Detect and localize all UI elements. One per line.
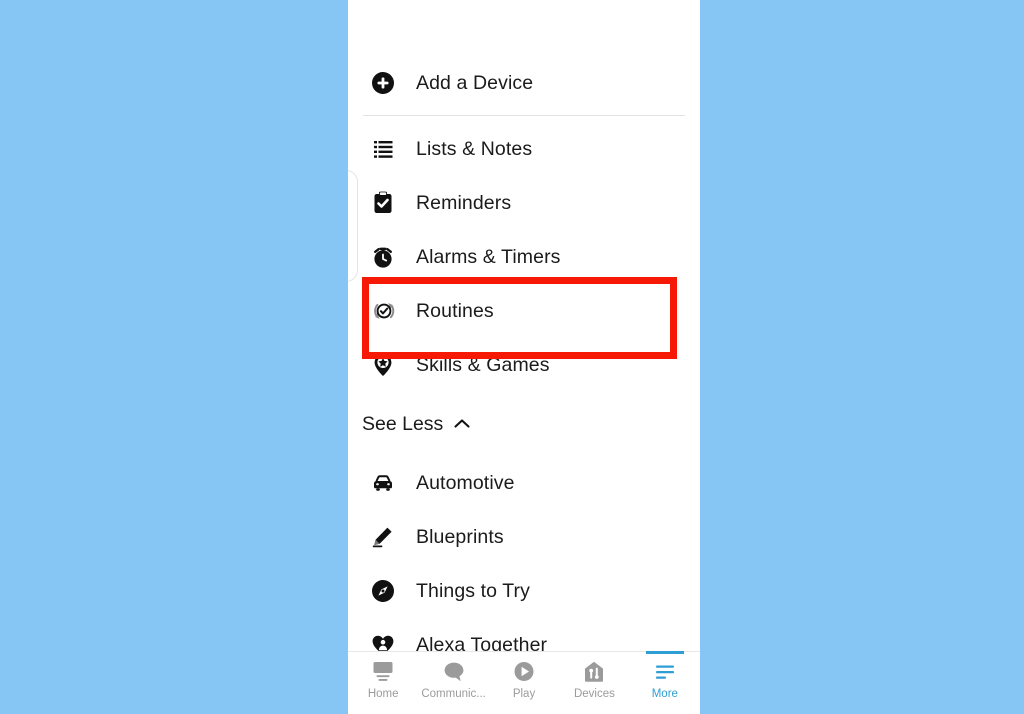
menu-item-label: Reminders [416,191,512,214]
chevron-up-icon [453,417,471,431]
plus-circle-icon [370,68,404,98]
nav-tab-label: Home [367,688,399,700]
more-menu-list[interactable]: Add a Device Lists & Notes Reminders Ala… [348,0,700,652]
play-circle-icon [511,659,537,685]
menu-item-label: Alexa Together [416,633,548,653]
menu-item-alarms-and-timers[interactable]: Alarms & Timers [348,230,700,284]
nav-tab-play[interactable]: Play [489,652,559,714]
home-screen-icon [370,659,396,685]
refresh-check-icon [370,296,404,326]
menu-item-alexa-together[interactable]: Alexa Together [348,618,700,652]
menu-divider [363,115,685,116]
menu-item-reminders[interactable]: Reminders [348,176,700,230]
menu-item-label: Blueprints [416,525,504,548]
menu-item-blueprints[interactable]: Blueprints [348,510,700,564]
nav-tab-label: Devices [573,688,615,700]
menu-item-label: Routines [416,299,494,322]
menu-item-add-a-device[interactable]: Add a Device [348,56,700,110]
heart-person-icon [370,630,404,652]
alarm-clock-icon [370,242,404,272]
pencil-icon [370,522,404,552]
see-less-label: See Less [362,412,444,435]
menu-item-skills-and-games[interactable]: Skills & Games [348,338,700,392]
nav-tab-communicate[interactable]: Communic... [418,652,488,714]
nav-tab-devices[interactable]: Devices [559,652,629,714]
list-lines-icon [370,134,404,164]
menu-item-label: Add a Device [416,71,534,94]
nav-tab-label: Play [512,688,536,700]
devices-home-icon [581,659,607,685]
bottom-navigation-bar: Home Communic... Play Devices More [348,651,700,714]
menu-item-label: Lists & Notes [416,137,533,160]
menu-item-things-to-try[interactable]: Things to Try [348,564,700,618]
chat-bubble-icon [441,659,467,685]
alexa-app-panel: Add a Device Lists & Notes Reminders Ala… [348,0,700,714]
nav-tab-home[interactable]: Home [348,652,418,714]
car-icon [370,468,404,498]
menu-item-label: Skills & Games [416,353,550,376]
clipboard-check-icon [370,188,404,218]
menu-item-label: Things to Try [416,579,531,602]
map-pin-star-icon [370,350,404,380]
hamburger-icon [652,659,678,685]
menu-item-automotive[interactable]: Automotive [348,456,700,510]
menu-item-label: Automotive [416,471,515,494]
nav-tab-more[interactable]: More [630,651,700,714]
nav-tab-label: More [651,688,678,700]
menu-item-lists-and-notes[interactable]: Lists & Notes [348,122,700,176]
menu-item-routines[interactable]: Routines [348,284,700,338]
menu-item-label: Alarms & Timers [416,245,561,268]
compass-icon [370,576,404,606]
nav-tab-label: Communic... [421,688,486,700]
see-less-toggle[interactable]: See Less [348,402,700,446]
active-tab-indicator [645,651,684,654]
